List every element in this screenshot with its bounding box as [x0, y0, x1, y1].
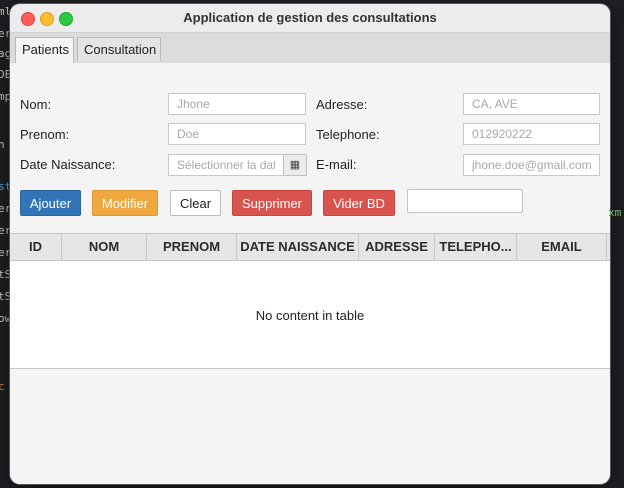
column-header-adresse[interactable]: ADRESSE [359, 234, 435, 260]
app-window: Application de gestion des consultations… [10, 4, 610, 484]
patients-table[interactable]: ID NOM PRENOM DATE NAISSANCE ADRESSE TEL… [10, 233, 610, 369]
adresse-field[interactable] [463, 93, 600, 115]
clear-button[interactable]: Clear [170, 190, 221, 216]
tab-patients[interactable]: Patients [15, 37, 74, 64]
column-header-email[interactable]: EMAIL [517, 234, 607, 260]
tab-strip: Patients Consultation [10, 33, 610, 64]
title-bar: Application de gestion des consultations [10, 4, 610, 33]
column-header-id[interactable]: ID [10, 234, 62, 260]
search-input[interactable] [407, 189, 523, 213]
column-header-telephone[interactable]: TELEPHO... [435, 234, 517, 260]
adresse-label: Adresse: [316, 97, 368, 112]
email-label: E-mail: [316, 157, 357, 172]
date-naissance-label: Date Naissance: [20, 157, 116, 172]
table-header: ID NOM PRENOM DATE NAISSANCE ADRESSE TEL… [10, 234, 610, 261]
modifier-button[interactable]: Modifier [92, 190, 158, 216]
date-naissance-field[interactable] [168, 154, 284, 176]
column-header-date-naissance[interactable]: DATE NAISSANCE [237, 234, 359, 260]
telephone-field[interactable] [463, 123, 600, 145]
empty-table-message: No content in table [255, 308, 365, 323]
supprimer-button[interactable]: Supprimer [232, 190, 312, 216]
patients-panel: Nom: Prenom: Date Naissance: ▦ Adresse: … [10, 63, 610, 484]
email-field[interactable] [463, 154, 600, 176]
prenom-field[interactable] [168, 123, 306, 145]
nom-field[interactable] [168, 93, 306, 115]
telephone-label: Telephone: [316, 127, 380, 142]
ajouter-button[interactable]: Ajouter [20, 190, 81, 216]
tab-consultation[interactable]: Consultation [77, 37, 161, 61]
calendar-icon[interactable]: ▦ [283, 154, 307, 176]
vider-bd-button[interactable]: Vider BD [323, 190, 395, 216]
column-header-nom[interactable]: NOM [62, 234, 147, 260]
nom-label: Nom: [20, 97, 52, 112]
background-editor-right: xm [608, 206, 622, 219]
window-title: Application de gestion des consultations [183, 10, 437, 25]
column-header-prenom[interactable]: PRENOM [147, 234, 237, 260]
prenom-label: Prenom: [20, 127, 70, 142]
